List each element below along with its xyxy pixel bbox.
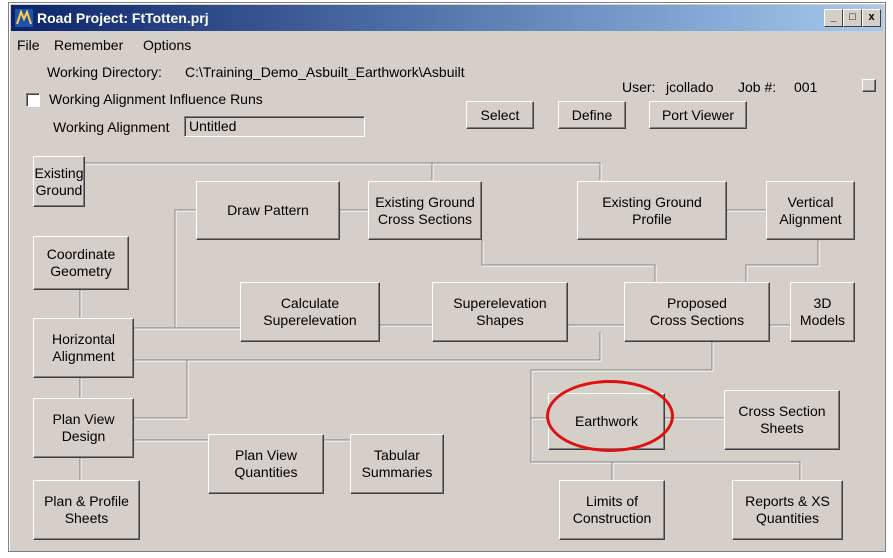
plan-view-quantities-button[interactable]: Plan View Quantities bbox=[208, 434, 324, 494]
tabular-summaries-button[interactable]: Tabular Summaries bbox=[350, 434, 444, 494]
user-label: User: bbox=[622, 79, 656, 95]
working-alignment-value: Untitled bbox=[189, 118, 237, 134]
job-label: Job #: bbox=[738, 79, 777, 95]
highlight-circle-annotation bbox=[546, 380, 674, 452]
port-viewer-button[interactable]: Port Viewer bbox=[649, 101, 747, 129]
coordinate-geometry-button[interactable]: Coordinate Geometry bbox=[33, 236, 129, 290]
eg-cross-sections-button[interactable]: Existing Ground Cross Sections bbox=[368, 181, 482, 240]
eg-profile-button[interactable]: Existing Ground Profile bbox=[577, 181, 727, 240]
calc-superelevation-button[interactable]: Calculate Superelevation bbox=[240, 282, 380, 342]
influence-runs-checkbox[interactable] bbox=[26, 93, 40, 107]
job-value: 001 bbox=[794, 79, 818, 95]
proposed-cross-sections-button[interactable]: Proposed Cross Sections bbox=[624, 282, 770, 342]
small-toggle-button[interactable] bbox=[862, 79, 876, 92]
cross-section-sheets-button[interactable]: Cross Section Sheets bbox=[724, 390, 840, 450]
influence-runs-label: Working Alignment Influence Runs bbox=[49, 91, 263, 107]
user-value: jcollado bbox=[666, 79, 714, 95]
3d-models-button[interactable]: 3D Models bbox=[790, 282, 855, 342]
define-button[interactable]: Define bbox=[558, 101, 626, 129]
working-alignment-field[interactable]: Untitled bbox=[184, 116, 365, 137]
reports-xs-quantities-button[interactable]: Reports & XS Quantities bbox=[732, 480, 843, 540]
superelevation-shapes-button[interactable]: Superelevation Shapes bbox=[432, 282, 568, 342]
existing-ground-button[interactable]: Existing Ground bbox=[33, 156, 85, 207]
working-directory-value: C:\Training_Demo_Asbuilt_Earthwork\Asbui… bbox=[185, 64, 465, 80]
select-button[interactable]: Select bbox=[466, 101, 534, 129]
draw-pattern-button[interactable]: Draw Pattern bbox=[196, 181, 340, 240]
limits-of-construction-button[interactable]: Limits of Construction bbox=[559, 480, 665, 540]
vertical-alignment-button[interactable]: Vertical Alignment bbox=[766, 181, 855, 240]
plan-view-design-button[interactable]: Plan View Design bbox=[33, 398, 134, 458]
working-alignment-label: Working Alignment bbox=[53, 119, 170, 135]
plan-profile-sheets-button[interactable]: Plan & Profile Sheets bbox=[33, 480, 140, 540]
horizontal-alignment-button[interactable]: Horizontal Alignment bbox=[33, 318, 134, 378]
working-directory-label: Working Directory: bbox=[47, 64, 162, 80]
